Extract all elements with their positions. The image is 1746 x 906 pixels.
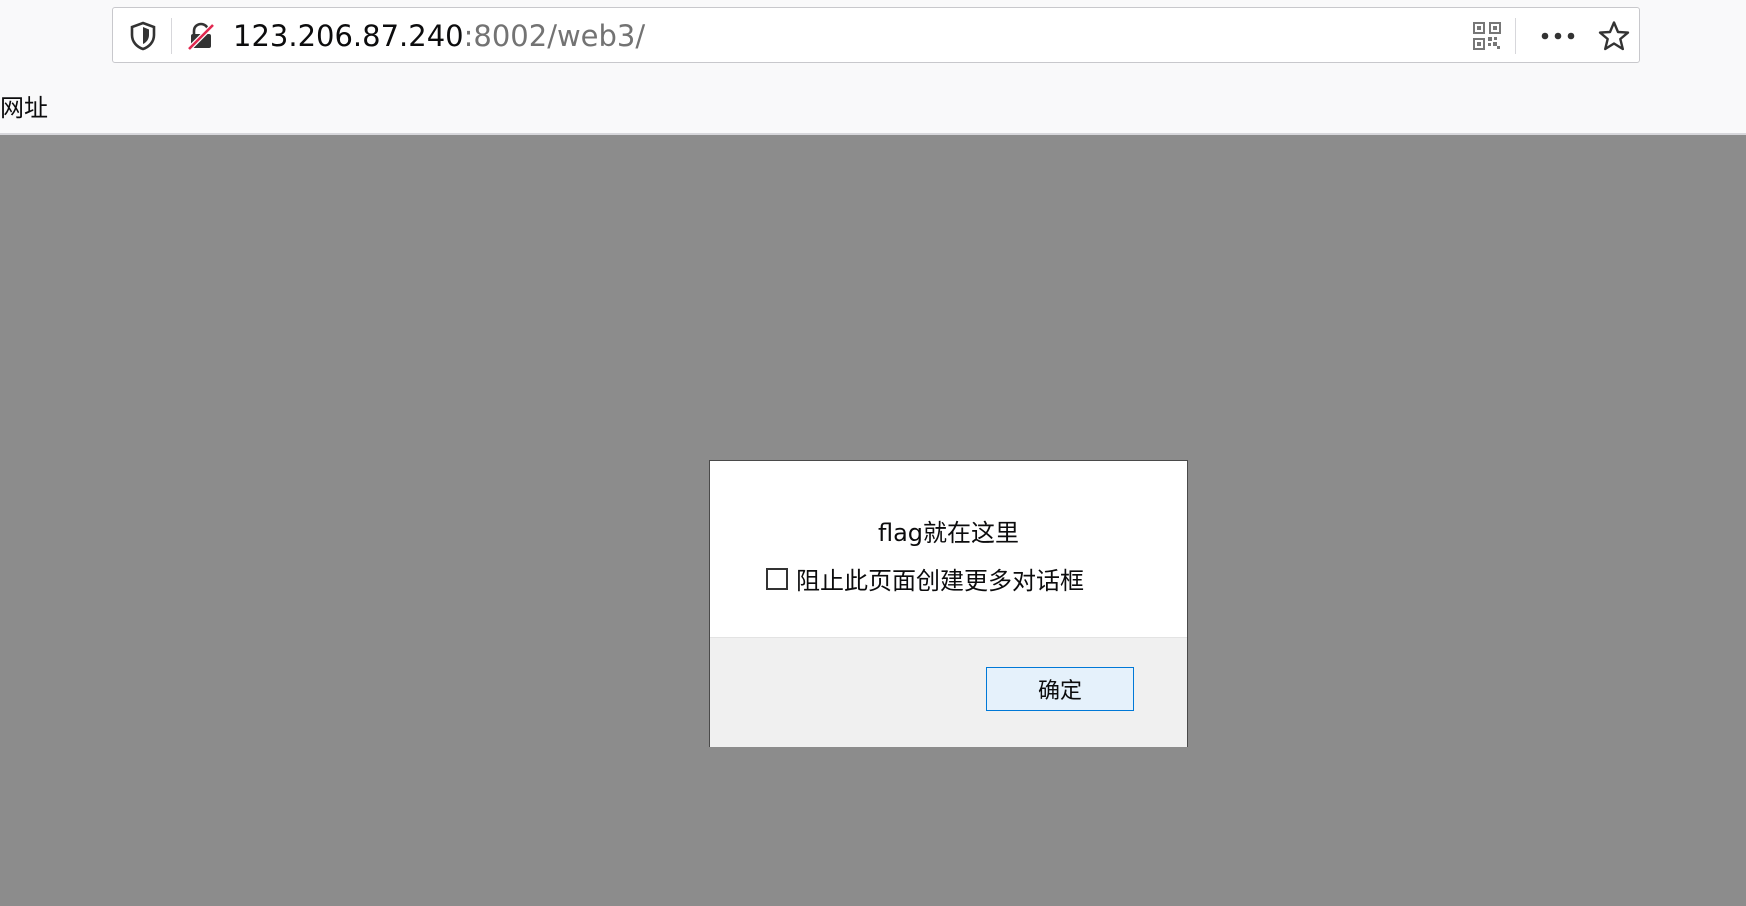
dialog-footer: 确定 xyxy=(710,637,1187,747)
url-text[interactable]: 123.206.87.240:8002/web3/ xyxy=(233,8,645,64)
alert-dialog: flag就在这里 阻止此页面创建更多对话框 确定 xyxy=(709,460,1188,747)
url-host: 123.206.87.240 xyxy=(233,19,464,53)
url-bar-divider xyxy=(1515,18,1516,54)
bookmarks-toolbar-item[interactable]: 网址 xyxy=(0,88,48,123)
dialog-message: flag就在这里 xyxy=(877,519,1020,547)
qr-code-icon[interactable] xyxy=(1465,8,1509,64)
dialog-body: flag就在这里 阻止此页面创建更多对话框 xyxy=(710,461,1187,637)
insecure-lock-icon[interactable] xyxy=(181,8,221,64)
url-bar[interactable]: 123.206.87.240:8002/web3/ xyxy=(112,7,1640,63)
ok-button[interactable]: 确定 xyxy=(986,667,1134,711)
url-path: :8002/web3/ xyxy=(463,19,646,53)
suppress-dialogs-label[interactable]: 阻止此页面创建更多对话框 xyxy=(796,561,1084,596)
star-icon[interactable] xyxy=(1591,8,1637,64)
shield-icon[interactable] xyxy=(123,8,163,64)
url-bar-divider xyxy=(171,18,172,54)
more-dots-icon[interactable] xyxy=(1533,8,1583,64)
suppress-dialogs-option[interactable]: 阻止此页面创建更多对话框 xyxy=(766,561,1084,596)
browser-toolbar: 123.206.87.240:8002/web3/ 网址 xyxy=(0,0,1746,135)
suppress-dialogs-checkbox[interactable] xyxy=(766,567,788,590)
